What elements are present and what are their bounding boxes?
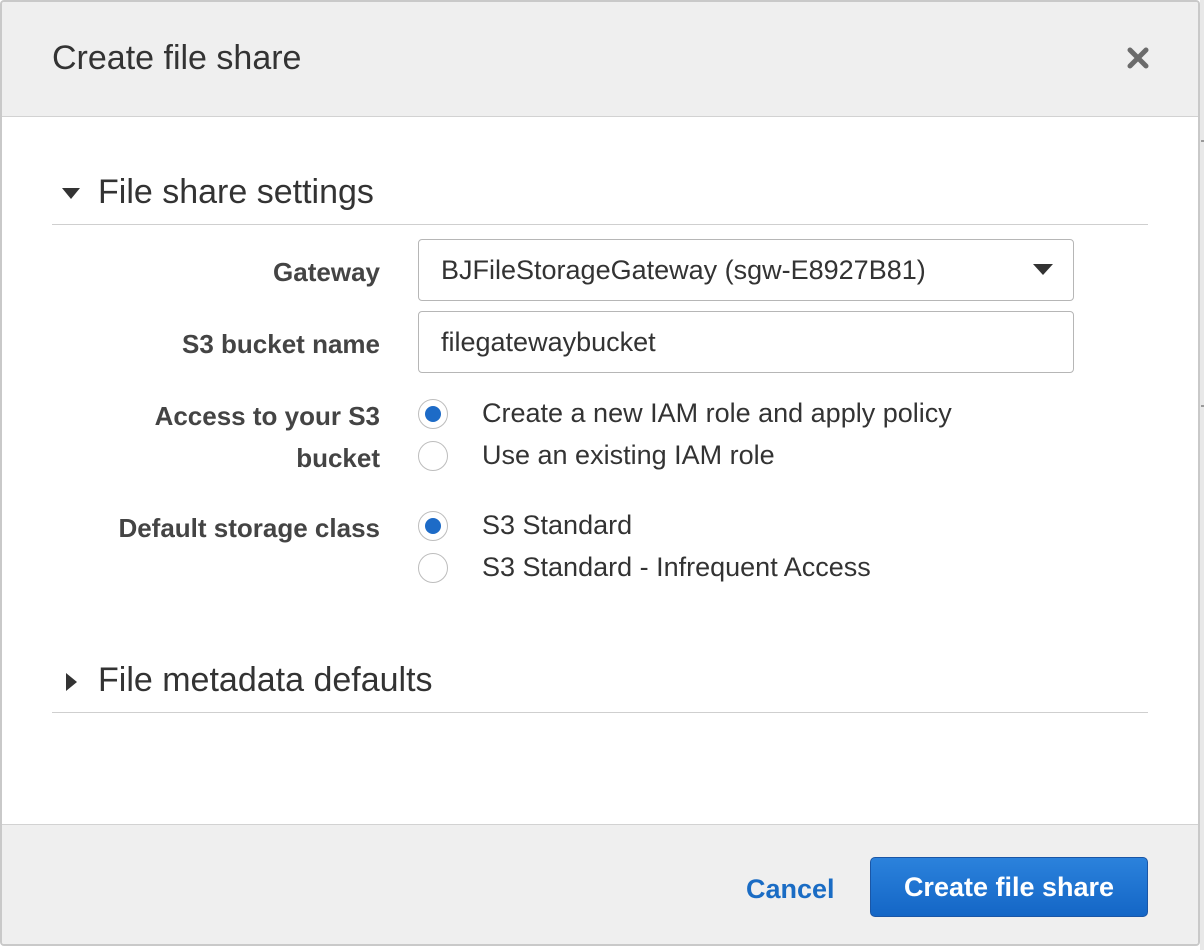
storage-class-label: Default storage class	[118, 513, 380, 543]
gateway-selected-value: BJFileStorageGateway (sgw-E8927B81)	[441, 255, 926, 285]
section-title: File metadata defaults	[98, 661, 433, 699]
radio-label: Use an existing IAM role	[482, 440, 775, 470]
access-label-line1: Access to your S3	[154, 401, 380, 431]
section-title: File share settings	[98, 173, 374, 211]
create-file-share-button[interactable]: Create file share	[870, 857, 1148, 917]
dialog-footer: Cancel Create file share	[2, 824, 1198, 944]
radio-button-checked[interactable]	[418, 511, 448, 541]
create-file-share-dialog: Create file share File share settings Ga…	[0, 0, 1200, 946]
dialog-header: Create file share	[2, 2, 1198, 117]
radio-label: Create a new IAM role and apply policy	[482, 398, 952, 428]
radio-label: S3 Standard	[482, 510, 633, 540]
access-label-line2: bucket	[296, 443, 380, 473]
radio-button-unchecked[interactable]	[418, 553, 448, 583]
bucket-name-input[interactable]	[418, 311, 1074, 373]
close-icon	[1127, 47, 1149, 69]
radio-button-unchecked[interactable]	[418, 441, 448, 471]
caret-down-icon	[62, 188, 80, 199]
radio-label: S3 Standard - Infrequent Access	[482, 552, 871, 582]
radio-button-checked[interactable]	[418, 399, 448, 429]
dialog-title: Create file share	[52, 39, 302, 77]
background-edge	[1200, 0, 1204, 950]
gateway-label: Gateway	[273, 257, 380, 287]
caret-right-icon	[66, 673, 77, 691]
cancel-button[interactable]: Cancel	[746, 873, 835, 905]
close-button[interactable]	[1120, 40, 1156, 76]
gateway-select[interactable]: BJFileStorageGateway (sgw-E8927B81)	[418, 239, 1074, 301]
bucket-name-label: S3 bucket name	[182, 329, 380, 359]
dropdown-arrow-icon	[1033, 264, 1053, 275]
section-file-share-settings[interactable]: File share settings	[52, 164, 1148, 225]
section-file-metadata-defaults[interactable]: File metadata defaults	[52, 652, 1148, 713]
